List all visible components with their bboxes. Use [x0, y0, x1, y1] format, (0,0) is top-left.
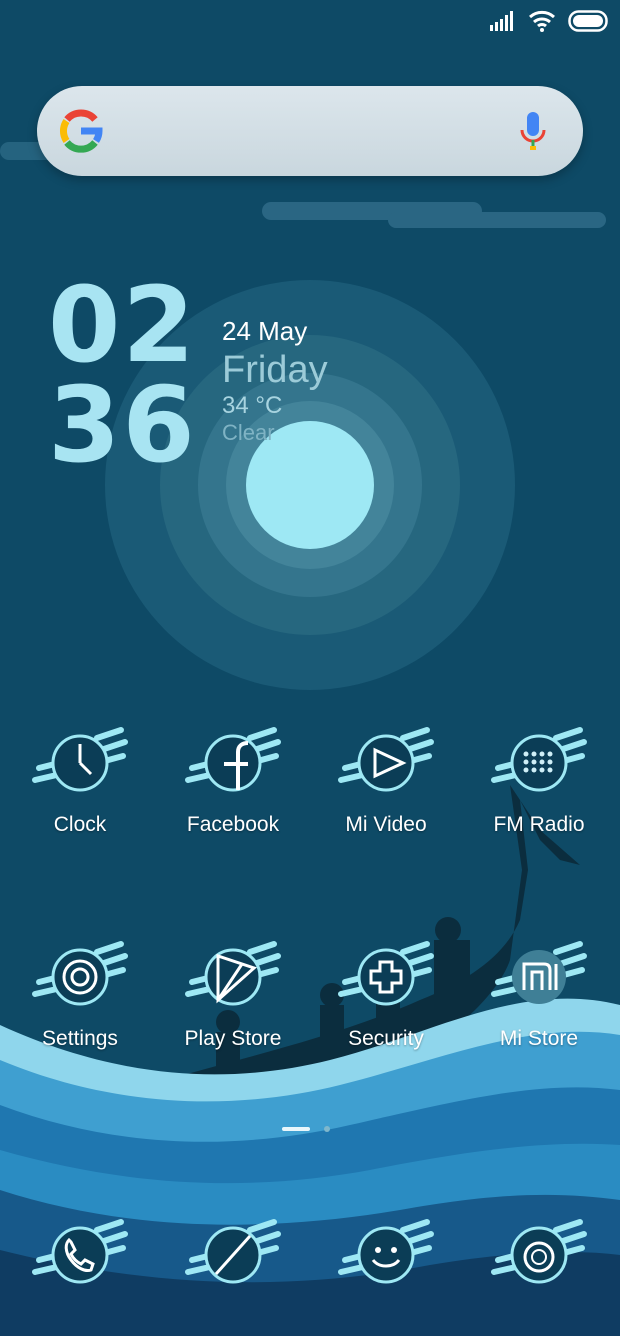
app-label: Mi Store	[499, 1027, 579, 1050]
facebook-icon	[185, 727, 281, 792]
phone-icon	[32, 1219, 128, 1284]
dock-browser[interactable]	[158, 1210, 308, 1305]
settings-icon	[32, 941, 128, 1006]
dock-camera[interactable]	[464, 1210, 614, 1305]
app-mi-video[interactable]: Mi Video	[311, 718, 461, 837]
signal-icon	[490, 11, 513, 31]
app-label: Mi Video	[345, 813, 427, 836]
app-play-store[interactable]: Play Store	[158, 932, 308, 1051]
weather-condition-label: Clear	[222, 420, 275, 445]
camera-icon	[491, 1219, 587, 1284]
play-store-icon	[185, 941, 281, 1006]
status-bar	[490, 10, 608, 32]
clock-minutes: 36	[48, 364, 197, 486]
app-facebook[interactable]: Facebook	[158, 718, 308, 837]
app-clock[interactable]: Clock	[5, 718, 155, 837]
weekday-label: Friday	[222, 349, 328, 391]
security-icon	[338, 941, 434, 1006]
clock-icon	[32, 727, 128, 792]
video-play-icon	[338, 727, 434, 792]
google-logo-icon	[59, 109, 103, 153]
app-label: Security	[348, 1027, 424, 1050]
app-fm-radio[interactable]: FM Radio	[464, 718, 614, 837]
battery-icon	[568, 10, 608, 32]
mic-icon[interactable]	[519, 110, 547, 152]
page-dot-active	[282, 1127, 310, 1131]
page-dot	[324, 1126, 330, 1132]
messages-icon	[338, 1219, 434, 1284]
google-search-bar[interactable]	[37, 86, 583, 176]
app-label: FM Radio	[493, 813, 585, 836]
app-label: Settings	[42, 1027, 118, 1050]
radio-icon	[491, 727, 587, 792]
wifi-icon	[529, 10, 555, 32]
clock-hours: 02	[48, 264, 197, 386]
page-indicator[interactable]	[282, 1126, 330, 1132]
date-weather-widget[interactable]: 24 May Friday 34 °C Clear	[222, 316, 328, 446]
dock-messages[interactable]	[311, 1210, 461, 1305]
app-label: Facebook	[186, 813, 280, 836]
app-security[interactable]: Security	[311, 932, 461, 1051]
clock-widget[interactable]: 02 36	[48, 264, 208, 486]
app-settings[interactable]: Settings	[5, 932, 155, 1051]
app-mi-store[interactable]: Mi Store	[464, 932, 614, 1051]
date-label: 24 May	[222, 316, 308, 346]
app-label: Clock	[53, 813, 107, 836]
dock-phone[interactable]	[5, 1210, 155, 1305]
app-label: Play Store	[184, 1027, 282, 1050]
mi-store-icon	[491, 941, 587, 1004]
temperature-label: 34 °C	[222, 392, 283, 419]
wallpaper	[0, 0, 620, 1336]
browser-icon	[185, 1219, 281, 1284]
